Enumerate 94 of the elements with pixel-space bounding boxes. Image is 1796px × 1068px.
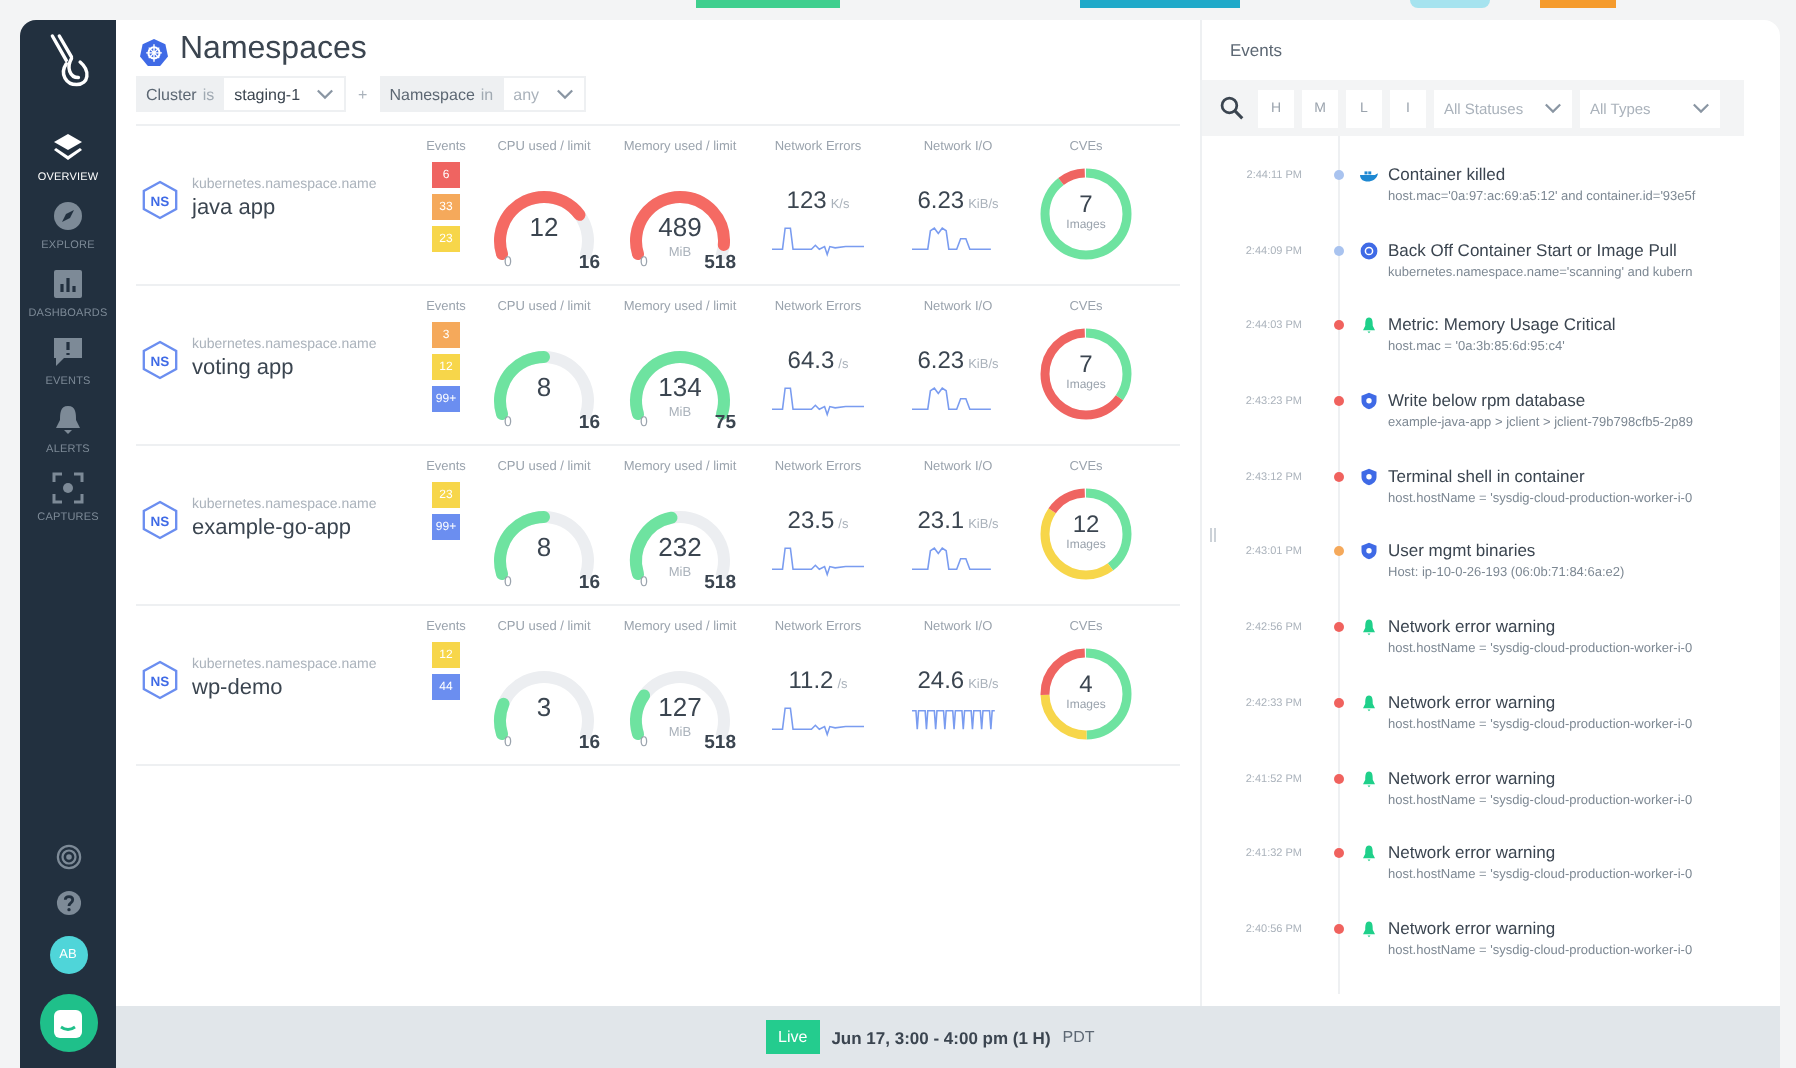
message-alert-icon [51,336,84,368]
gauge-value: 232 [656,532,704,562]
donut-ring [1038,646,1134,742]
radar-icon[interactable] [55,844,81,870]
namespace-name[interactable]: example-go-app [192,516,416,540]
gauge-max: 75 [714,412,736,434]
live-badge[interactable]: Live [766,1020,820,1054]
metric-value: 23.5 [787,506,835,534]
bell-icon [1360,769,1378,787]
gauge-max: 16 [578,252,600,274]
panel-title: Events [1228,38,1284,60]
cve-count: 7 [1077,190,1095,218]
chevron-down-icon [555,88,574,100]
time-range[interactable]: Jun 17, 3:00 - 4:00 pm (1 H) [831,1027,1051,1047]
cve-count: 7 [1077,350,1095,378]
filter-dropdown[interactable]: any [501,76,586,112]
gauge-max: 518 [704,572,736,594]
help-icon[interactable] [55,890,81,916]
filter-dropdown[interactable]: staging-1 [222,76,347,112]
namespace-name[interactable]: java app [192,196,416,220]
gauge-value: 489 [656,212,704,242]
filter-key: Namespace [379,85,481,103]
event-title: Network error warning [1388,767,1558,787]
shield-icon [1360,542,1378,561]
chevron-down-icon [1692,102,1710,114]
compass-icon [52,200,84,232]
resize-handle[interactable] [1210,528,1216,542]
donut-ring [1038,166,1134,262]
bell-icon [52,404,84,436]
bell-icon [1360,844,1378,863]
layers-icon [52,132,84,164]
bar-chart-icon [51,268,84,300]
shield-icon [1360,392,1378,411]
event-title: Terminal shell in container [1388,465,1587,486]
accent-strip [1410,0,1490,8]
gauge-value: 127 [656,692,704,722]
filter-key: Cluster [136,85,203,103]
bell-icon [1360,693,1378,712]
gauge-value: 8 [534,532,554,562]
gauge-max: 16 [578,732,600,754]
chevron-down-icon [316,88,335,100]
sparkline [772,702,864,738]
namespace-name[interactable]: wp-demo [192,676,416,700]
chat-icon [52,1007,84,1039]
event-title: Container killed [1388,164,1508,184]
metric-value: 11.2 [788,666,834,694]
metric-value: 24.6 [917,666,965,694]
namespace-name[interactable]: voting app [192,356,416,380]
and-separator: + [358,85,368,103]
bell-icon [1360,618,1378,637]
donut-ring [1038,486,1134,582]
timezone: PDT [1062,1028,1095,1046]
event-title: Network error warning [1388,842,1558,863]
gauge-max: 518 [704,252,736,274]
cve-count: 4 [1077,670,1095,698]
accent-strip [1540,0,1616,8]
cve-count: 12 [1070,510,1102,538]
metric-value: 123 [786,186,827,214]
event-title: Back Off Container Start or Image Pull [1388,239,1679,260]
gauge-value: 3 [534,692,554,722]
filter-operator: is [202,85,217,103]
bell-icon [1360,919,1378,938]
bell-icon [1360,316,1378,335]
search-icon[interactable] [1220,96,1244,120]
sparkline [772,382,864,418]
event-title: User mgmt binaries [1388,540,1538,561]
metric-value: 6.23 [917,346,965,374]
helm-wheel-icon [140,38,168,66]
metric-value: 6.23 [917,186,965,214]
gauge-value: 134 [656,372,704,402]
event-title: Network error warning [1388,691,1558,712]
capture-icon [52,472,84,504]
chevron-down-icon [1544,102,1562,114]
event-title: Write below rpm database [1388,390,1588,411]
page-title: Namespaces [180,32,367,68]
metric-value: 64.3 [787,346,835,374]
filter-operator: in [480,85,496,103]
gauge-value: 12 [527,212,561,242]
donut-ring [1038,326,1134,422]
sparkline [772,222,864,258]
metric-value: 23.1 [917,506,965,534]
gauge-max: 518 [704,732,736,754]
event-title: Metric: Memory Usage Critical [1388,314,1616,335]
shield-icon [1360,467,1378,486]
gauge-max: 16 [578,412,600,434]
sparkline [772,542,864,578]
accent-strip [696,0,840,8]
gauge-value: 8 [534,372,554,402]
helm-wheel-icon [1360,241,1378,260]
whale-icon [1360,166,1378,184]
chat-button[interactable] [39,994,97,1052]
event-title: Network error warning [1388,616,1558,637]
gauge-max: 16 [578,572,600,594]
event-title: Network error warning [1388,917,1558,938]
